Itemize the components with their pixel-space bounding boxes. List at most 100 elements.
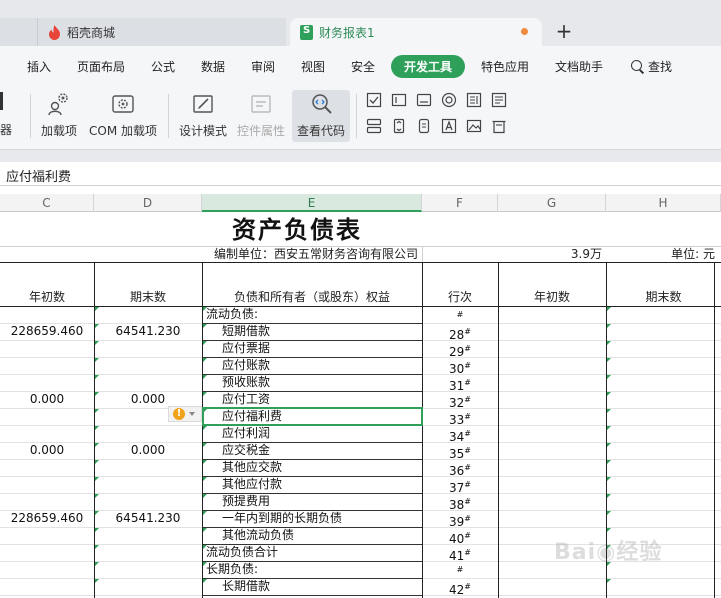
cell-opening-balance[interactable] [0, 527, 94, 544]
sheet-grid[interactable]: 资产负债表 编制单位：西安五常财务咨询有限公司 3.9万 单位: 元 年初数 期… [0, 212, 721, 598]
cell-line-number[interactable]: 35# [422, 442, 498, 461]
cell-liability-item[interactable]: 长期借款 [222, 578, 422, 595]
cell-liability-item[interactable]: 应付账款 [222, 357, 422, 374]
cell-line-number[interactable]: 37# [422, 476, 498, 495]
combo-control-icon[interactable] [491, 92, 507, 108]
cell-opening-balance[interactable] [0, 408, 94, 425]
cell-liability-item[interactable]: 预提费用 [222, 493, 422, 510]
cell-closing-balance[interactable] [94, 306, 202, 323]
textbox-control-icon[interactable] [416, 92, 432, 108]
cell-line-number[interactable]: 30# [422, 357, 498, 376]
cell-closing-balance[interactable] [94, 374, 202, 391]
cell-opening-balance[interactable] [0, 561, 94, 578]
cell-closing-balance[interactable] [94, 493, 202, 510]
checkbox-control-icon[interactable] [366, 92, 382, 108]
cell-closing-balance[interactable] [94, 544, 202, 561]
cell-liability-item[interactable]: 其他应付款 [222, 476, 422, 493]
cell-line-number[interactable]: 40# [422, 527, 498, 546]
text-control-icon[interactable] [441, 118, 457, 134]
cell-opening-balance[interactable]: 0.000 [0, 442, 94, 459]
cell-liability-item[interactable]: 一年内到期的长期负债 [222, 510, 422, 527]
cell-liability-item[interactable]: 应付票据 [222, 340, 422, 357]
cell-opening-balance[interactable]: 0.000 [0, 391, 94, 408]
cell-liability-item[interactable]: 长期负债: [206, 561, 406, 578]
cell-line-number[interactable]: 28# [422, 323, 498, 342]
cell-opening-balance[interactable] [0, 476, 94, 493]
cell-closing-balance[interactable] [94, 578, 202, 595]
button-control-icon[interactable] [416, 118, 432, 134]
cell-line-number[interactable]: 29# [422, 340, 498, 359]
image-control-icon[interactable] [466, 118, 482, 134]
cell-opening-balance[interactable]: 228659.460 [0, 323, 94, 340]
cell-liability-item[interactable]: 短期借款 [222, 323, 422, 340]
new-tab-button[interactable]: + [552, 20, 576, 44]
cell-closing-balance[interactable] [94, 561, 202, 578]
menu-developer-tools[interactable]: 开发工具 [391, 55, 466, 78]
spin-control-icon[interactable] [391, 118, 407, 134]
cell-opening-balance[interactable] [0, 578, 94, 595]
column-header-h[interactable]: H [606, 194, 721, 212]
menu-formulas[interactable]: 公式 [151, 58, 175, 75]
cell-liability-item[interactable]: 预收账款 [222, 374, 422, 391]
menu-insert[interactable]: 插入 [27, 58, 51, 75]
tab-previous[interactable] [0, 18, 38, 46]
cell-closing-balance[interactable] [94, 425, 202, 442]
column-header-e[interactable]: E [202, 194, 422, 212]
cell-closing-balance[interactable] [94, 476, 202, 493]
cell-liability-item[interactable]: 流动负债合计 [206, 544, 406, 561]
cell-closing-balance[interactable]: 0.000 [94, 442, 202, 459]
cell-closing-balance[interactable]: 64541.230 [94, 323, 202, 340]
cell-line-number[interactable]: 39# [422, 510, 498, 529]
cell-line-number[interactable]: 41# [422, 544, 498, 563]
cell-opening-balance[interactable] [0, 459, 94, 476]
cell-closing-balance[interactable] [94, 527, 202, 544]
cell-line-number[interactable]: # [422, 306, 498, 323]
listbox-control-icon[interactable] [466, 92, 482, 108]
selected-cell[interactable] [202, 407, 423, 426]
formula-bar[interactable]: 应付福利费 [0, 162, 721, 186]
menu-page-layout[interactable]: 页面布局 [77, 58, 125, 75]
menu-special-features[interactable]: 特色应用 [481, 58, 529, 75]
error-check-indicator[interactable]: ! [168, 406, 202, 422]
cell-liability-item[interactable]: 应交税金 [222, 442, 422, 459]
tab-financial-report[interactable]: 财务报表1 [290, 18, 542, 46]
menu-document-assistant[interactable]: 文档助手 [555, 58, 603, 75]
cell-closing-balance[interactable] [94, 357, 202, 374]
cell-closing-balance[interactable] [94, 340, 202, 357]
column-header-c[interactable]: C [0, 194, 94, 212]
cell-liability-item[interactable]: 应付工资 [222, 391, 422, 408]
scrollbar-control-icon[interactable] [366, 118, 382, 134]
cell-line-number[interactable]: 42# [422, 578, 498, 597]
cell-closing-balance[interactable] [94, 459, 202, 476]
column-header-g[interactable]: G [498, 194, 606, 212]
control-properties-button[interactable]: 控件属性 [235, 90, 287, 142]
cell-opening-balance[interactable] [0, 340, 94, 357]
cell-line-number[interactable]: 32# [422, 391, 498, 410]
cell-liability-item[interactable]: 流动负债: [206, 306, 406, 323]
cell-liability-item[interactable]: 其他流动负债 [222, 527, 422, 544]
menu-view[interactable]: 视图 [301, 58, 325, 75]
menu-security[interactable]: 安全 [351, 58, 375, 75]
view-code-button[interactable]: 查看代码 [292, 90, 350, 142]
radio-control-icon[interactable] [441, 92, 457, 108]
com-add-ins-button[interactable]: COM 加载项 [86, 90, 160, 142]
cell-line-number[interactable]: 38# [422, 493, 498, 512]
cell-opening-balance[interactable] [0, 493, 94, 510]
tab-docer-store[interactable]: 稻壳商城 [38, 18, 286, 46]
cell-line-number[interactable]: # [422, 561, 498, 578]
cell-opening-balance[interactable] [0, 425, 94, 442]
cell-line-number[interactable]: 34# [422, 425, 498, 444]
column-header-f[interactable]: F [422, 194, 498, 212]
cell-opening-balance[interactable] [0, 306, 94, 323]
menu-review[interactable]: 审阅 [251, 58, 275, 75]
cell-opening-balance[interactable] [0, 544, 94, 561]
cell-opening-balance[interactable]: 228659.460 [0, 510, 94, 527]
cell-closing-balance[interactable]: 64541.230 [94, 510, 202, 527]
column-header-d[interactable]: D [94, 194, 202, 212]
menu-data[interactable]: 数据 [201, 58, 225, 75]
frame-control-icon[interactable] [491, 118, 507, 134]
formula-input[interactable]: 应付福利费 [6, 166, 71, 185]
menu-search[interactable]: 查找 [631, 58, 672, 75]
cell-opening-balance[interactable] [0, 357, 94, 374]
cell-line-number[interactable]: 31# [422, 374, 498, 393]
